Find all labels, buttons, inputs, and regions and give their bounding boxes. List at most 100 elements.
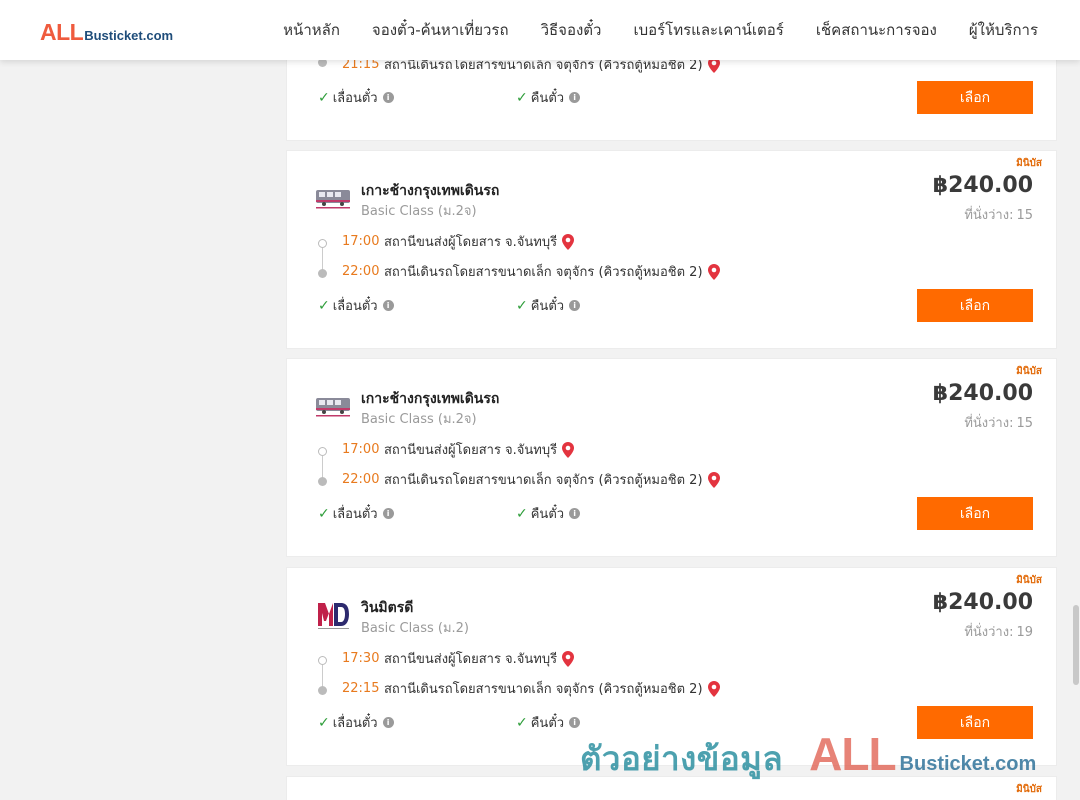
refund-label: คืนตั๋ว [530,507,565,522]
arrive-dot [318,269,327,278]
check-icon: ✓ [516,714,528,731]
select-button[interactable]: เลือก [917,706,1033,739]
main-nav: หน้าหลัก จองตั๋ว-ค้นหาเที่ยวรถ วิธีจองตั… [283,0,1038,60]
operator-logo-md [318,603,349,629]
seats-available: ที่นั่งว่าง: 15 [964,204,1033,225]
depart-stop: 17:00 สถานีขนส่งผู้โดยสาร จ.จันทบุรี [342,231,575,252]
check-icon: ✓ [318,89,330,106]
minibus-badge: มินิบัส [1016,784,1042,795]
info-icon[interactable]: i [569,508,581,519]
site-header: ALL Busticket.com หน้าหลัก จองตั๋ว-ค้นหา… [0,0,1080,60]
nav-book-search[interactable]: จองตั๋ว-ค้นหาเที่ยวรถ [372,18,509,42]
map-pin-icon[interactable] [707,471,720,488]
arrive-time: 22:15 [342,681,380,696]
route-timeline [318,656,327,695]
operator-logo-bus [316,190,350,209]
reschedule-option: ✓ เลื่อนตั๋ว i [318,87,394,108]
info-icon[interactable]: i [382,92,394,103]
trip-card: มินิบัส เกาะช้างกรุงเทพเดินรถ Basic Clas… [286,358,1057,557]
check-icon: ✓ [516,505,528,522]
check-icon: ✓ [318,505,330,522]
map-pin-icon[interactable] [562,233,575,250]
nav-phone-counter[interactable]: เบอร์โทรและเคาน์เตอร์ [633,18,783,42]
seats-label: ที่นั่งว่าง: [964,625,1014,640]
arrive-time: 22:00 [342,472,380,487]
refund-option: ✓ คืนตั๋ว i [516,87,581,108]
info-icon[interactable]: i [382,300,394,311]
select-button[interactable]: เลือก [917,81,1033,114]
depart-place: สถานีขนส่งผู้โดยสาร จ.จันทบุรี [384,652,558,667]
depart-time: 17:00 [342,234,380,249]
arrive-stop: 22:00 สถานีเดินรถโดยสารขนาดเล็ก จตุจักร … [342,261,720,282]
depart-time: 17:30 [342,651,380,666]
ticket-price: ฿240.00 [932,590,1033,615]
reschedule-option: ✓ เลื่อนตั๋ว i [318,503,394,524]
map-pin-icon[interactable] [562,650,575,667]
depart-stop: 17:00 สถานีขนส่งผู้โดยสาร จ.จันทบุรี [342,439,575,460]
arrive-place: สถานีเดินรถโดยสารขนาดเล็ก จตุจักร (คิวรถ… [384,265,703,280]
check-icon: ✓ [318,297,330,314]
seats-label: ที่นั่งว่าง: [964,208,1014,223]
depart-place: สถานีขนส่งผู้โดยสาร จ.จันทบุรี [384,443,558,458]
refund-label: คืนตั๋ว [530,716,565,731]
depart-stop: 17:30 สถานีขนส่งผู้โดยสาร จ.จันทบุรี [342,648,575,669]
bus-class: Basic Class (ม.2จ) [361,412,477,427]
info-icon[interactable]: i [569,717,581,728]
info-icon[interactable]: i [569,300,581,311]
reschedule-label: เลื่อนตั๋ว [332,507,378,522]
map-pin-icon[interactable] [562,441,575,458]
arrive-dot [318,477,327,486]
scroll-thumb[interactable] [1073,605,1079,685]
depart-dot [318,656,327,665]
trip-card-partial: มินิบัส [286,776,1057,800]
seats-label: ที่นั่งว่าง: [964,416,1014,431]
site-logo[interactable]: ALL Busticket.com [40,19,173,46]
info-icon[interactable]: i [382,508,394,519]
trip-card: มินิบัส เกาะช้างกรุงเทพเดินรถ Basic Clas… [286,150,1057,349]
check-icon: ✓ [318,714,330,731]
arrive-place: สถานีเดินรถโดยสารขนาดเล็ก จตุจักร (คิวรถ… [384,473,703,488]
depart-place: สถานีขนส่งผู้โดยสาร จ.จันทบุรี [384,235,558,250]
depart-time: 17:00 [342,442,380,457]
route-timeline [318,239,327,278]
route-line [322,456,323,478]
nav-check-status[interactable]: เช็คสถานะการจอง [816,18,937,42]
info-icon[interactable]: i [382,717,394,728]
arrive-place: สถานีเดินรถโดยสารขนาดเล็ก จตุจักร (คิวรถ… [384,682,703,697]
reschedule-option: ✓ เลื่อนตั๋ว i [318,295,394,316]
bus-class: Basic Class (ม.2) [361,621,469,636]
seats-available: ที่นั่งว่าง: 19 [964,621,1033,642]
minibus-badge: มินิบัส [1016,158,1042,169]
nav-operators[interactable]: ผู้ให้บริการ [969,18,1038,42]
select-button[interactable]: เลือก [917,497,1033,530]
depart-dot [318,447,327,456]
map-pin-icon[interactable] [707,263,720,280]
operator-name: วินมิตรดี [361,600,414,616]
check-icon: ✓ [516,89,528,106]
seats-count: 15 [1016,208,1033,223]
seats-count: 15 [1016,416,1033,431]
seats-count: 19 [1016,625,1033,640]
reschedule-label: เลื่อนตั๋ว [332,716,378,731]
operator-logo-bus [316,398,350,417]
nav-how-to-book[interactable]: วิธีจองตั๋ว [541,18,602,42]
route-timeline [318,447,327,486]
nav-home[interactable]: หน้าหลัก [283,18,340,42]
arrive-stop: 22:00 สถานีเดินรถโดยสารขนาดเล็ก จตุจักร … [342,469,720,490]
minibus-badge: มินิบัส [1016,575,1042,586]
refund-option: ✓ คืนตั๋ว i [516,712,581,733]
refund-option: ✓ คืนตั๋ว i [516,503,581,524]
map-pin-icon[interactable] [707,680,720,697]
arrive-dot [318,686,327,695]
check-icon: ✓ [516,297,528,314]
trip-card: มินิบัส วินมิตรดี Basic Class (ม.2) ฿240… [286,567,1057,766]
refund-label: คืนตั๋ว [530,299,565,314]
route-line [322,665,323,687]
route-line [322,248,323,270]
select-button[interactable]: เลือก [917,289,1033,322]
reschedule-label: เลื่อนตั๋ว [332,299,378,314]
seats-available: ที่นั่งว่าง: 15 [964,412,1033,433]
refund-label: คืนตั๋ว [530,91,565,106]
page-scrollbar[interactable] [1072,0,1080,800]
info-icon[interactable]: i [569,92,581,103]
